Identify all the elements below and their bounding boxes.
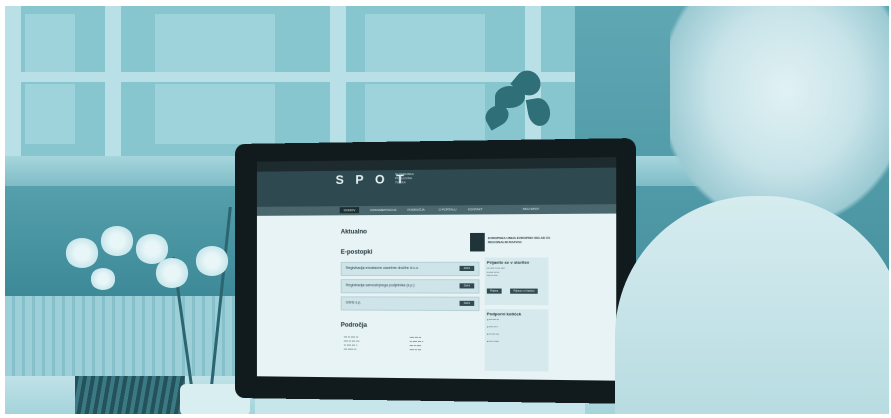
- postopek-box[interactable]: Izbris s.p. Začni: [340, 296, 480, 312]
- start-button[interactable]: Začni: [459, 300, 475, 306]
- tab-moj-spot[interactable]: MOJ SPOT: [523, 207, 539, 211]
- support-panel: Podporni kotiček ● ▪▪▪ ▪▪▪▪ ▪▪ ● ▪▪▪▪ ▪▪▪…: [484, 309, 549, 372]
- plant: [475, 65, 565, 146]
- login-panel: Prijavite se v storitev ▪▪▪ ▪▪▪▪ ▪▪ ▪▪▪ …: [484, 257, 549, 306]
- screen-nav: DOMOV DOKUMENTACIJA PODROČJA O PORTALU K…: [256, 204, 617, 216]
- monitor-screen: S P O T SLOVENSKA POSLOVNA TOČKA DOMOV D…: [256, 157, 617, 381]
- eu-flag-icon: [470, 232, 485, 252]
- aktualno-heading: Aktualno: [340, 229, 367, 236]
- e-postopki-heading: E-postopki: [340, 249, 373, 256]
- pencil-cup: [75, 376, 185, 414]
- tab-podrocja[interactable]: PODROČJA: [407, 208, 424, 212]
- eu-logo: EVROPSKA UNIJA EVROPSKI SKLAD ZA REGIONA…: [470, 232, 555, 252]
- tab-domov[interactable]: DOMOV: [339, 207, 360, 214]
- postopek-box[interactable]: Registracija samostojnega podjetnika (s.…: [340, 279, 480, 294]
- postopek-box[interactable]: Registracija enostavne zasebne družbe d.…: [340, 261, 480, 277]
- ecard-login-button[interactable]: Prijava z e-kartico: [510, 288, 538, 294]
- start-button[interactable]: Začni: [459, 265, 475, 271]
- start-button[interactable]: Začni: [459, 283, 475, 289]
- person-head: [670, 6, 889, 216]
- spot-logo-subtitle: SLOVENSKA POSLOVNA TOČKA: [395, 171, 414, 185]
- podrocja-column-1: ▪▪▪ ▪▪ ▪▪▪▪ ▪▪ ▪▪▪▪ ▪▪ ▪▪▪ ▪▪▪ ▪▪ ▪▪▪▪ ▪▪▪…: [343, 334, 360, 352]
- podrocja-column-2: ▪▪▪▪ ▪▪▪ ▪▪ ▪▪ ▪▪▪▪ ▪▪▪ ▪ ▪▪▪ ▪▪ ▪▪▪▪ ▪▪▪▪ …: [409, 335, 424, 352]
- office-photo: S P O T SLOVENSKA POSLOVNA TOČKA DOMOV D…: [5, 6, 889, 414]
- tab-kontakt[interactable]: KONTAKT: [468, 207, 483, 211]
- monitor: S P O T SLOVENSKA POSLOVNA TOČKA DOMOV D…: [235, 138, 636, 404]
- tab-o-portalu[interactable]: O PORTALU: [439, 207, 457, 211]
- login-button[interactable]: Prijava: [486, 287, 502, 294]
- tab-dokumentacija[interactable]: DOKUMENTACIJA: [370, 208, 396, 212]
- podrocja-heading: Področja: [340, 322, 367, 329]
